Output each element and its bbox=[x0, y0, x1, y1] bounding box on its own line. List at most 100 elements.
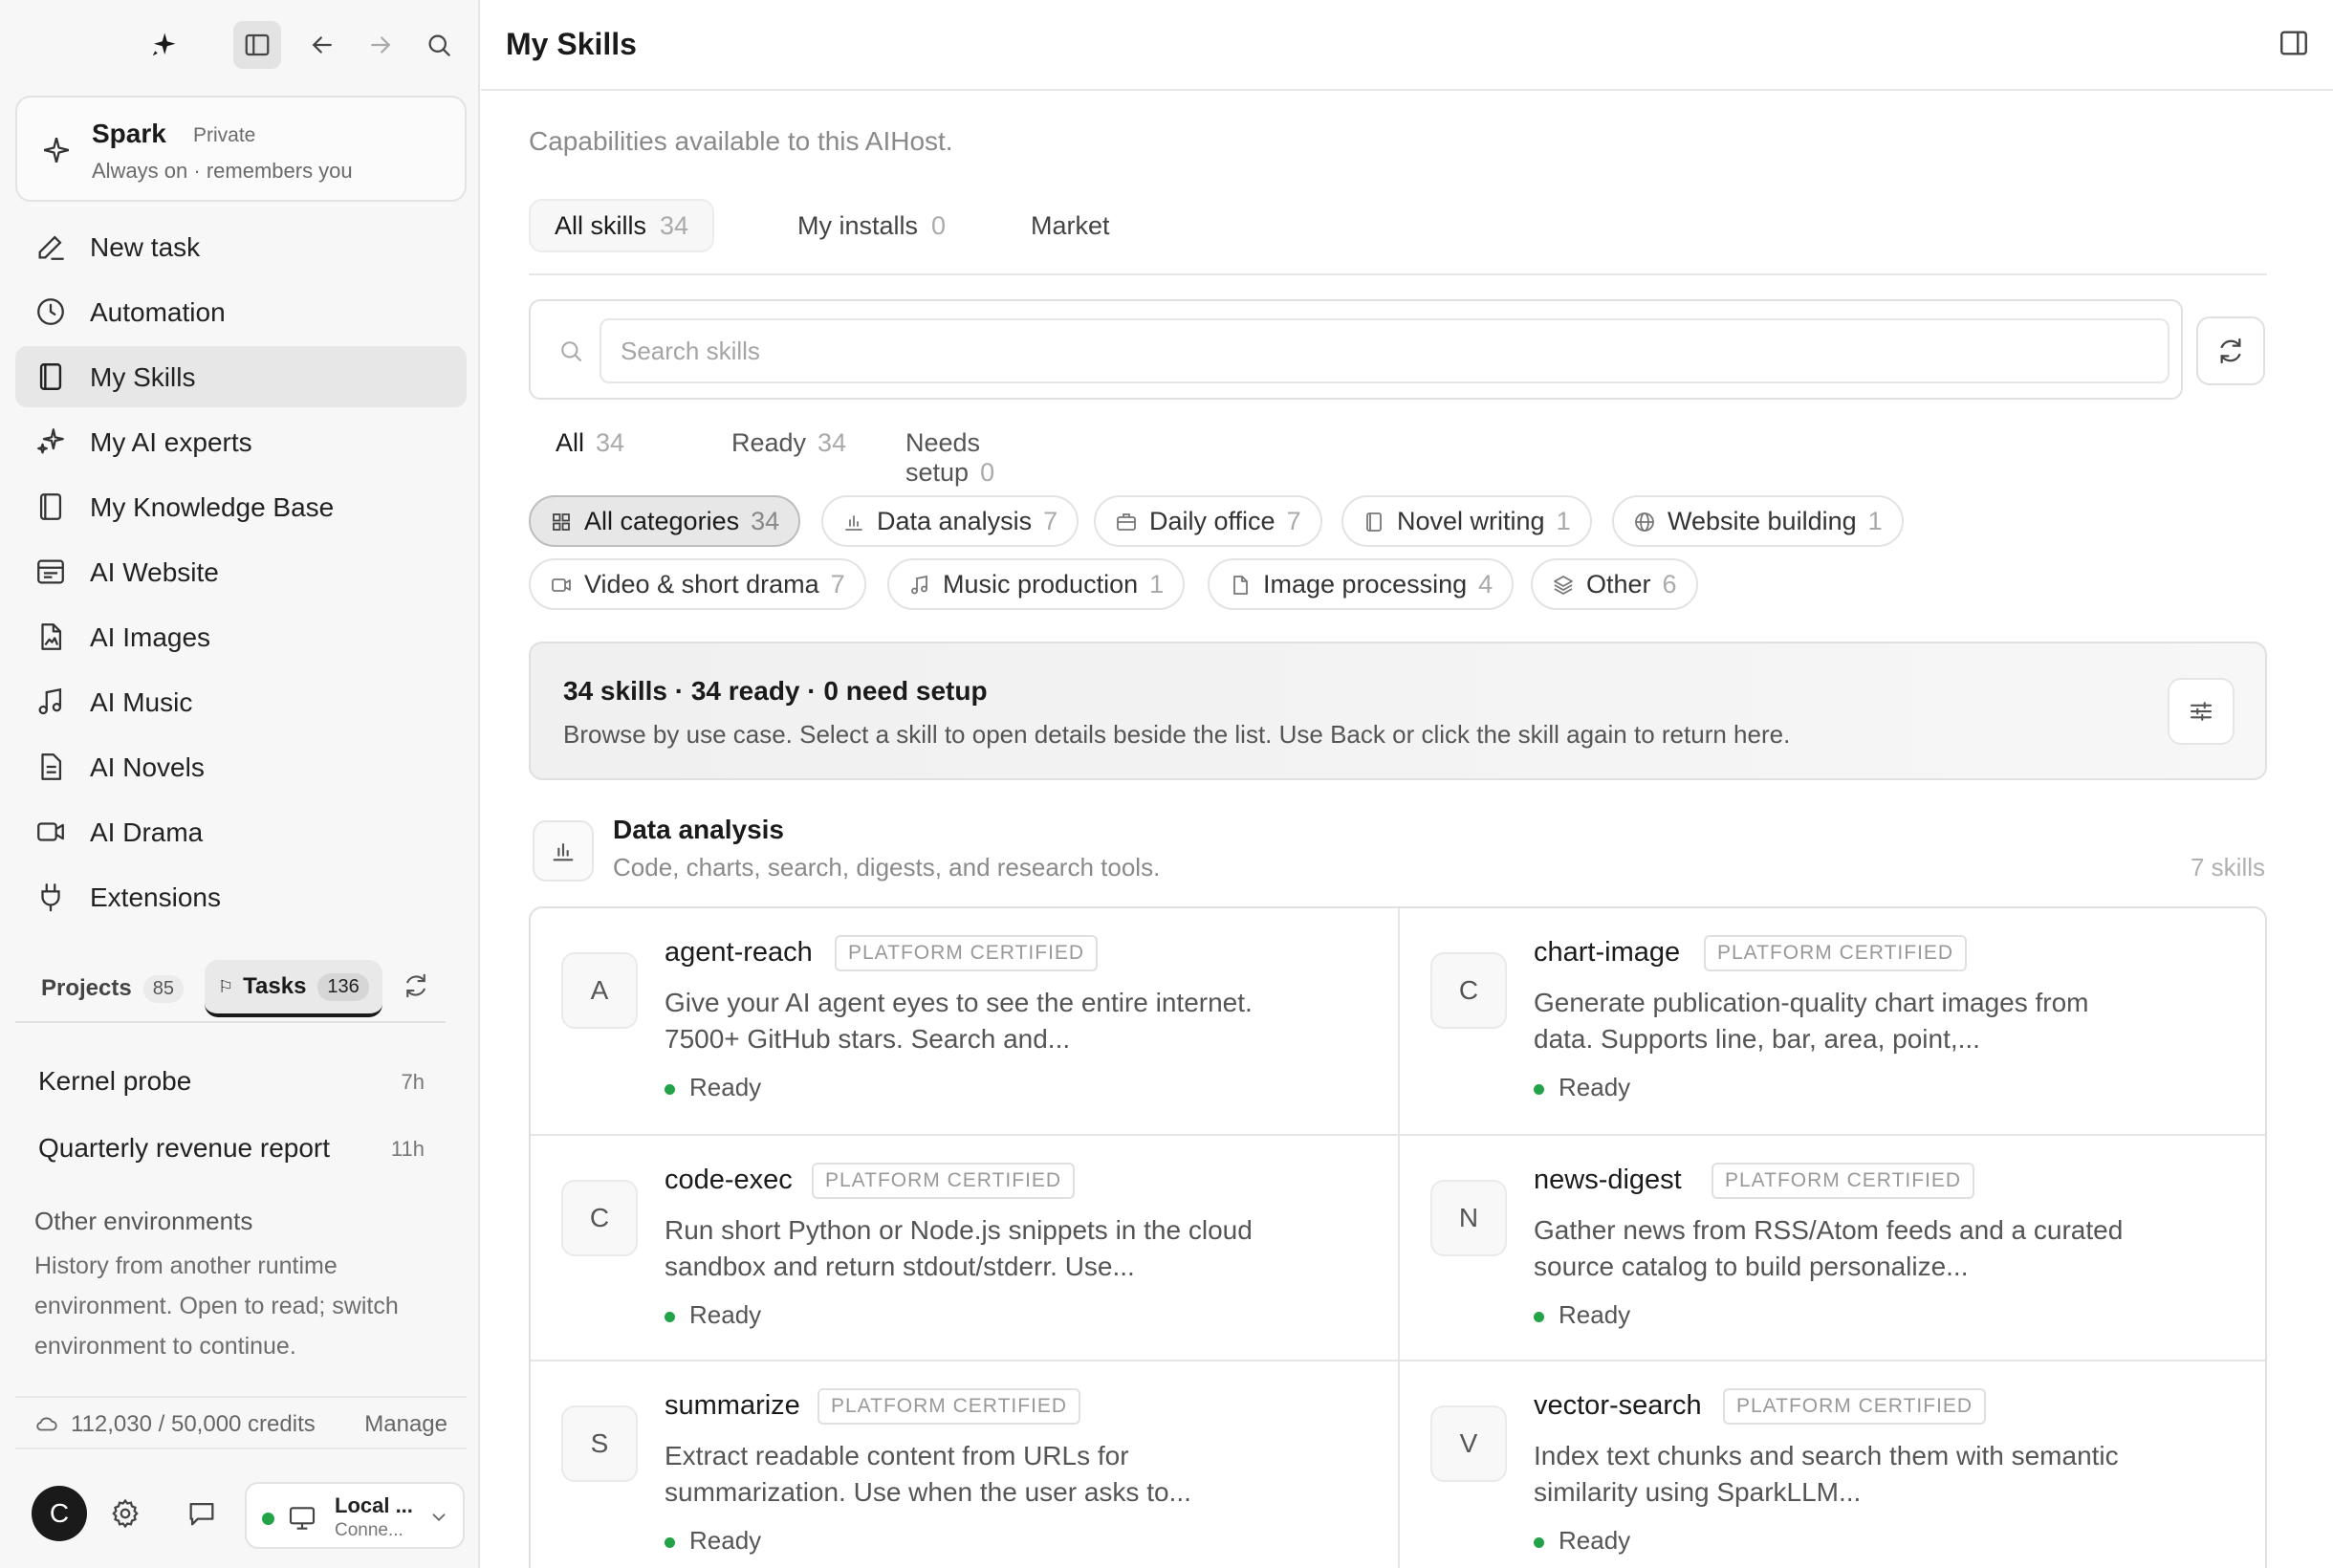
nav-my-knowledge-base[interactable]: My Knowledge Base bbox=[15, 476, 467, 537]
task-name: Quarterly revenue report bbox=[38, 1133, 331, 1163]
chip-count: 7 bbox=[830, 569, 845, 599]
bar-chart-icon bbox=[845, 515, 862, 531]
category-chip-video-short-drama[interactable]: Video & short drama 7 bbox=[529, 558, 866, 610]
layers-icon bbox=[1554, 576, 1573, 595]
search-skills-input[interactable] bbox=[600, 318, 2169, 383]
nav-my-ai-experts[interactable]: My AI experts bbox=[15, 411, 467, 472]
status-tab-label: Needs setup bbox=[905, 428, 981, 487]
chip-count: 7 bbox=[1286, 506, 1301, 535]
refresh-tasks-icon[interactable] bbox=[402, 971, 434, 1004]
task-item[interactable]: Kernel probe 7h bbox=[38, 1058, 430, 1106]
task-item[interactable]: Quarterly revenue report 11h bbox=[38, 1125, 430, 1173]
skill-card-vector-search[interactable]: V vector-search PLATFORM CERTIFIED Index… bbox=[1398, 1360, 2265, 1568]
nav-extensions[interactable]: Extensions bbox=[15, 866, 467, 927]
category-chip-website-building[interactable]: Website building 1 bbox=[1612, 495, 1904, 547]
chip-label: Image processing bbox=[1263, 569, 1468, 599]
avatar[interactable]: C bbox=[32, 1486, 87, 1541]
refresh-button[interactable] bbox=[2196, 316, 2265, 385]
category-chip-daily-office[interactable]: Daily office 7 bbox=[1094, 495, 1322, 547]
nav-my-skills[interactable]: My Skills bbox=[15, 346, 467, 407]
tab-all-skills[interactable]: All skills 34 bbox=[529, 199, 715, 252]
book-icon bbox=[1366, 512, 1382, 532]
environment-selector[interactable]: Local ... Conne... bbox=[245, 1482, 465, 1549]
skill-avatar: A bbox=[561, 952, 638, 1029]
chip-count: 6 bbox=[1662, 569, 1677, 599]
grid-icon bbox=[553, 513, 570, 531]
environment-name: Local ... bbox=[335, 1493, 413, 1517]
skill-name: code-exec bbox=[665, 1165, 793, 1195]
tab-label: My installs bbox=[797, 210, 919, 240]
category-chip-music-production[interactable]: Music production 1 bbox=[887, 558, 1186, 610]
other-environments: Other environments History from another … bbox=[34, 1207, 455, 1366]
certified-badge: PLATFORM CERTIFIED bbox=[1712, 1163, 1975, 1199]
skill-card-code-exec[interactable]: C code-exec PLATFORM CERTIFIED Run short… bbox=[531, 1134, 1398, 1360]
status-tab-needs-setup[interactable]: Needs setup 0 bbox=[905, 428, 994, 488]
category-chip-other[interactable]: Other 6 bbox=[1531, 558, 1698, 610]
task-time: 11h bbox=[390, 1137, 425, 1161]
search-icon bbox=[561, 341, 581, 361]
category-chip-image-processing[interactable]: Image processing 4 bbox=[1208, 558, 1515, 610]
tab-projects[interactable]: Projects 85 bbox=[41, 960, 184, 1017]
skill-status: Ready bbox=[689, 1300, 762, 1329]
spark-assistant-card[interactable]: Spark Private Always on · remembers you bbox=[15, 96, 467, 202]
skill-avatar: S bbox=[561, 1405, 638, 1482]
skill-description: Index text chunks and search them with s… bbox=[1534, 1441, 2119, 1507]
tab-tasks[interactable]: ⚐ Tasks 136 bbox=[205, 960, 382, 1017]
refresh-icon bbox=[2220, 338, 2241, 364]
chip-label: Data analysis bbox=[877, 506, 1033, 535]
page-subtitle: Capabilities available to this AIHost. bbox=[529, 126, 953, 156]
skill-card-news-digest[interactable]: N news-digest PLATFORM CERTIFIED Gather … bbox=[1398, 1134, 2265, 1360]
nav-ai-images[interactable]: AI Images bbox=[15, 606, 467, 667]
status-tab-label: All bbox=[556, 428, 585, 457]
chip-label: Music production bbox=[943, 569, 1139, 599]
nav-automation[interactable]: Automation bbox=[15, 281, 467, 342]
image-file-icon bbox=[1233, 576, 1248, 595]
category-chip-all[interactable]: All categories 34 bbox=[529, 495, 801, 547]
skill-name: vector-search bbox=[1534, 1390, 1702, 1421]
filter-settings-button[interactable] bbox=[2168, 678, 2235, 745]
chat-bubble-icon[interactable] bbox=[178, 1490, 226, 1537]
tab-projects-count: 85 bbox=[142, 974, 184, 1003]
status-tab-all[interactable]: All 34 bbox=[556, 428, 624, 458]
sidebar-bottom-bar: C Local ... Conne... bbox=[0, 1463, 480, 1568]
section-title: Data analysis bbox=[613, 815, 784, 844]
nav-label: My Skills bbox=[90, 362, 196, 392]
chip-count: 1 bbox=[1149, 569, 1165, 599]
status-tab-count: 34 bbox=[596, 428, 625, 457]
credits-text: 112,030 / 50,000 credits bbox=[71, 1411, 316, 1437]
sidebar-toggle-icon[interactable] bbox=[233, 21, 281, 69]
skill-description: Gather news from RSS/Atom feeds and a cu… bbox=[1534, 1215, 2124, 1281]
website-icon bbox=[37, 559, 64, 584]
tab-my-installs[interactable]: My installs 0 bbox=[774, 199, 970, 252]
status-tab-ready[interactable]: Ready 34 bbox=[731, 428, 846, 458]
skill-name: agent-reach bbox=[665, 937, 813, 968]
page-title: My Skills bbox=[506, 27, 637, 61]
nav-ai-website[interactable]: AI Website bbox=[15, 541, 467, 602]
category-chip-novel-writing[interactable]: Novel writing 1 bbox=[1341, 495, 1592, 547]
back-arrow-icon[interactable] bbox=[298, 21, 346, 69]
chip-label: Video & short drama bbox=[584, 569, 819, 599]
nav-ai-music[interactable]: AI Music bbox=[15, 671, 467, 732]
skill-name: news-digest bbox=[1534, 1165, 1682, 1195]
tab-tasks-count: 136 bbox=[317, 972, 369, 1001]
skill-card-chart-image[interactable]: C chart-image PLATFORM CERTIFIED Generat… bbox=[1398, 908, 2265, 1134]
manage-credits-link[interactable]: Manage bbox=[364, 1411, 447, 1438]
forward-arrow-icon[interactable] bbox=[357, 21, 404, 69]
tab-label: All skills bbox=[555, 210, 647, 240]
search-icon[interactable] bbox=[415, 21, 463, 69]
chip-count: 34 bbox=[751, 506, 780, 535]
flag-icon: ⚐ bbox=[218, 976, 234, 996]
skill-card-agent-reach[interactable]: A agent-reach PLATFORM CERTIFIED Give yo… bbox=[531, 908, 1398, 1134]
skills-tabs: All skills 34 My installs 0 Market bbox=[529, 199, 2267, 275]
nav-label: AI Music bbox=[90, 687, 193, 717]
chip-label: Novel writing bbox=[1397, 506, 1545, 535]
skill-card-summarize[interactable]: S summarize PLATFORM CERTIFIED Extract r… bbox=[531, 1360, 1398, 1568]
right-panel-toggle-icon[interactable] bbox=[2278, 27, 2310, 59]
nav-new-task[interactable]: New task bbox=[15, 216, 467, 277]
nav-ai-novels[interactable]: AI Novels bbox=[15, 736, 467, 797]
tab-market[interactable]: Market bbox=[1007, 199, 1134, 252]
nav-ai-drama[interactable]: AI Drama bbox=[15, 801, 467, 862]
category-chip-data-analysis[interactable]: Data analysis 7 bbox=[821, 495, 1079, 547]
settings-gear-icon[interactable] bbox=[101, 1490, 149, 1537]
image-file-icon bbox=[41, 623, 62, 650]
